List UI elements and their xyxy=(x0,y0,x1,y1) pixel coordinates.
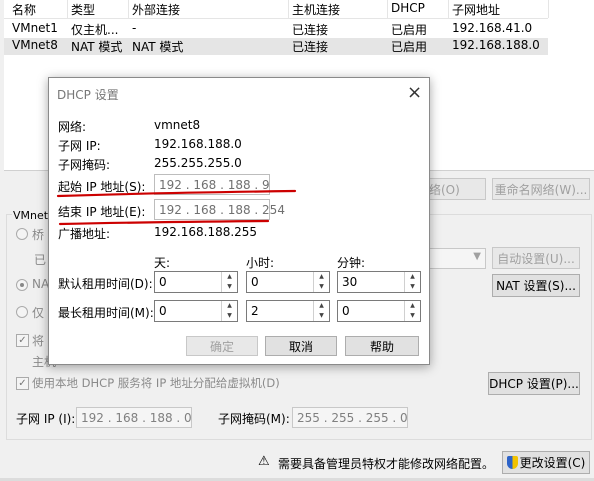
start-ip-underline xyxy=(56,189,297,198)
end-ip-underline xyxy=(58,219,270,226)
red-annotation-marks xyxy=(56,189,297,226)
